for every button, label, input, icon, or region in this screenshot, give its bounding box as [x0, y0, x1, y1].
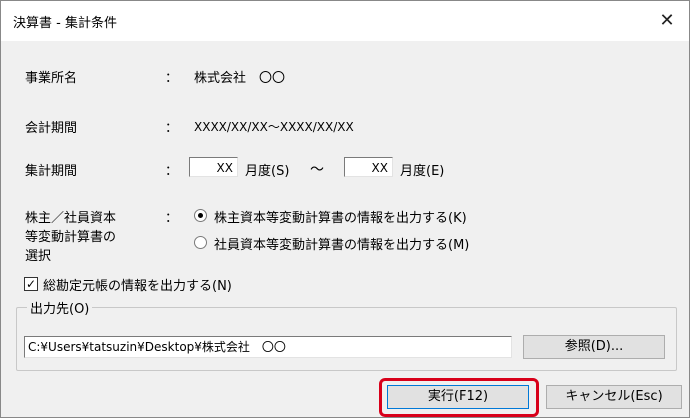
fiscal-period-label: 会計期間	[25, 121, 78, 136]
office-name-label: 事業所名	[25, 71, 78, 86]
fiscal-period-value: XXXX/XX/XX～XXXX/XX/XX	[194, 120, 354, 134]
title-bar: 決算書 - 集計条件 ✕	[1, 1, 689, 41]
from-month-suffix: 月度(S)	[245, 164, 290, 179]
cancel-button[interactable]: キャンセル(Esc)	[546, 385, 682, 409]
radio-member-equity-label[interactable]: 社員資本等変動計算書の情報を出力する(M)	[214, 234, 469, 253]
from-month-input[interactable]: XX	[189, 157, 238, 177]
execute-highlight-box	[379, 378, 539, 417]
general-ledger-checkbox[interactable]: ✓	[24, 277, 38, 291]
fiscal-period-colon: ：	[165, 121, 179, 136]
to-month-input[interactable]: XX	[344, 157, 393, 177]
office-name-value: 株式会社 〇〇	[194, 71, 286, 86]
period-tilde: ～	[310, 162, 324, 178]
radio-shareholder-equity-label[interactable]: 株主資本等変動計算書の情報を出力する(K)	[214, 207, 467, 226]
output-path-input[interactable]: C:¥Users¥tatsuzin¥Desktop¥株式会社 〇〇	[24, 336, 512, 358]
radio-shareholder-equity[interactable]	[194, 209, 207, 222]
radio-selected-dot	[198, 213, 203, 218]
close-icon[interactable]: ✕	[645, 1, 689, 41]
dialog-window: 決算書 - 集計条件 ✕ 事業所名 ： 株式会社 〇〇 会計期間 ： XXXX/…	[0, 0, 690, 418]
statement-select-label-3: 選択	[25, 249, 52, 264]
output-legend: 出力先(O)	[27, 298, 93, 317]
statement-select-label-2: 等変動計算書の	[25, 230, 117, 245]
statement-select-label-1: 株主／社員資本	[25, 211, 117, 226]
to-month-suffix: 月度(E)	[400, 164, 445, 179]
statement-select-colon: ：	[165, 211, 179, 226]
radio-member-equity[interactable]	[194, 236, 207, 249]
aggregation-period-label: 集計期間	[25, 164, 78, 179]
general-ledger-checkbox-label[interactable]: 総勘定元帳の情報を出力する(N)	[43, 275, 232, 294]
browse-button[interactable]: 参照(D)...	[523, 335, 665, 359]
window-title: 決算書 - 集計条件	[13, 16, 117, 31]
office-name-colon: ：	[165, 71, 179, 86]
aggregation-period-colon: ：	[165, 164, 179, 179]
